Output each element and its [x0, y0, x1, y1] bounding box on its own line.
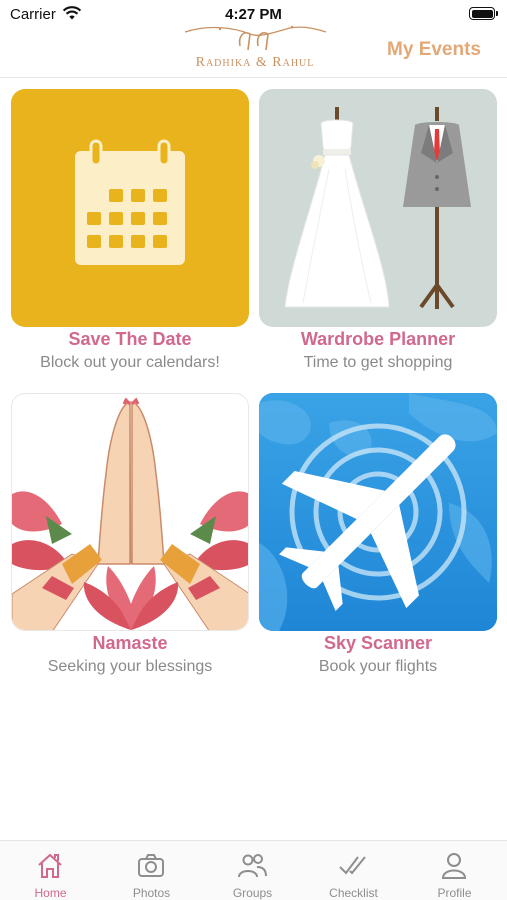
tab-groups[interactable]: Groups	[202, 841, 303, 900]
logo-text: Radhika & Rahul	[195, 55, 315, 70]
profile-icon	[441, 853, 467, 879]
tab-profile-label: Profile	[437, 886, 472, 900]
save-the-date-title[interactable]: Save The Date	[11, 329, 249, 350]
tab-photos[interactable]: Photos	[101, 841, 202, 900]
my-events-button[interactable]: My Events	[387, 39, 481, 61]
save-the-date-card[interactable]	[11, 89, 249, 327]
namaste-card[interactable]	[11, 393, 249, 631]
save-the-date-subtitle: Block out your calendars!	[40, 354, 220, 371]
namaste-hands-image	[12, 397, 248, 630]
tab-checklist[interactable]: Checklist	[303, 841, 404, 900]
sky-scanner-card[interactable]	[259, 393, 497, 631]
tab-photos-label: Photos	[132, 886, 171, 900]
wardrobe-planner-title[interactable]: Wardrobe Planner	[259, 329, 497, 350]
battery-icon	[469, 7, 498, 20]
groups-icon	[238, 854, 267, 878]
checklist-icon	[339, 856, 366, 875]
navigation-bar: Radhika & Rahul My Events	[0, 20, 507, 78]
wardrobe-planner-card[interactable]	[259, 89, 497, 327]
airplane-icon	[259, 393, 497, 631]
tab-groups-label: Groups	[232, 886, 273, 900]
camera-icon	[138, 854, 164, 877]
calendar-icon	[75, 139, 185, 265]
tab-home[interactable]: Home	[0, 841, 101, 900]
home-icon	[38, 853, 62, 878]
tab-bar: Home Photos Groups Checklist Profile	[0, 840, 507, 900]
wedding-dress-and-suit-image	[284, 107, 471, 309]
tab-home-label: Home	[34, 886, 67, 900]
sky-scanner-title[interactable]: Sky Scanner	[259, 633, 497, 654]
wardrobe-planner-subtitle: Time to get shopping	[303, 354, 453, 371]
tab-checklist-label: Checklist	[329, 886, 378, 900]
couple-logo[interactable]: Radhika & Rahul	[180, 20, 330, 74]
namaste-title[interactable]: Namaste	[11, 633, 249, 654]
namaste-subtitle: Seeking your blessings	[47, 658, 213, 675]
tab-profile[interactable]: Profile	[404, 841, 505, 900]
sky-scanner-subtitle: Book your flights	[318, 658, 438, 675]
monogram-icon	[184, 25, 327, 51]
